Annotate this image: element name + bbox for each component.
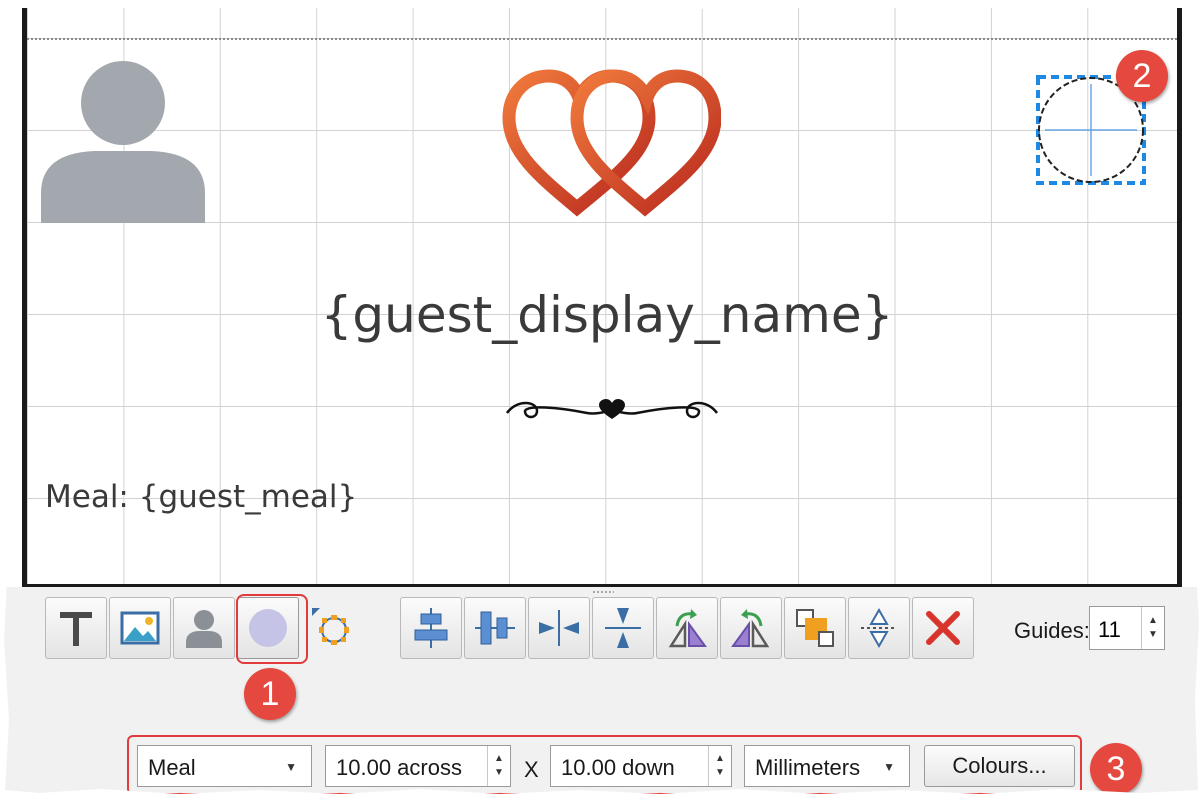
units-select[interactable]: Millimeters ▼: [744, 745, 910, 787]
guides-value[interactable]: 11: [1098, 617, 1121, 643]
spin-down-icon[interactable]: ▼: [715, 768, 725, 778]
chevron-down-icon: ▼: [883, 760, 895, 774]
guides-label: Guides:: [1014, 618, 1090, 643]
insert-toolbar: [45, 597, 363, 659]
spin-down-icon[interactable]: ▼: [1148, 630, 1158, 640]
polygon-shape-tool-icon: [312, 608, 349, 645]
down-value[interactable]: 10.00 down: [561, 755, 675, 781]
text-tool-icon: [60, 612, 92, 646]
heart-flourish-divider[interactable]: [497, 393, 727, 429]
rotate-left-icon: [731, 609, 770, 648]
compress-horizontal-icon: [539, 610, 579, 646]
guest-photo-tool-button[interactable]: [173, 597, 235, 659]
units-select-value: Millimeters: [755, 755, 861, 780]
arrange-layers-button[interactable]: [784, 597, 846, 659]
align-horizontal-center-icon: [414, 608, 448, 648]
arrange-toolbar: [400, 597, 974, 659]
compress-vertical-button[interactable]: [592, 597, 654, 659]
circle-tool-highlight: [236, 594, 308, 664]
design-canvas[interactable]: {guest_display_name} Meal: {guest_meal}: [22, 8, 1182, 587]
arrange-layers-icon: [796, 609, 834, 647]
rotate-left-button[interactable]: [720, 597, 782, 659]
compress-horizontal-button[interactable]: [528, 597, 590, 659]
across-spin-arrows[interactable]: ▲ ▼: [487, 746, 510, 786]
polygon-shape-tool-button[interactable]: [301, 597, 363, 659]
text-tool-button[interactable]: [45, 597, 107, 659]
interlocked-hearts-image[interactable]: [501, 68, 721, 218]
flip-vertical-button[interactable]: [848, 597, 910, 659]
rotate-right-icon: [668, 609, 707, 648]
down-spin-arrows[interactable]: ▲ ▼: [708, 746, 731, 786]
flip-vertical-icon: [861, 607, 897, 649]
rotate-right-button[interactable]: [656, 597, 718, 659]
resize-grip[interactable]: [592, 590, 614, 594]
delete-icon: [926, 611, 960, 645]
across-spinbox[interactable]: 10.00 across ▲ ▼: [325, 745, 511, 787]
field-select[interactable]: Meal ▼: [137, 745, 312, 787]
guest-photo-tool-icon: [186, 610, 222, 648]
image-tool-icon: [120, 611, 160, 645]
guides-spinbox[interactable]: 11 ▲ ▼: [1089, 606, 1165, 650]
meal-text[interactable]: Meal: {guest_meal}: [45, 479, 357, 515]
guides-spin-arrows[interactable]: ▲ ▼: [1141, 607, 1164, 649]
delete-button[interactable]: [912, 597, 974, 659]
spin-up-icon[interactable]: ▲: [1148, 616, 1158, 626]
down-spinbox[interactable]: 10.00 down ▲ ▼: [550, 745, 732, 787]
callout-badge-2: 2: [1116, 50, 1168, 102]
x-separator-label: X: [524, 757, 539, 782]
compress-vertical-icon: [605, 608, 641, 648]
field-select-value: Meal: [148, 755, 196, 780]
across-value[interactable]: 10.00 across: [336, 755, 462, 781]
align-horizontal-center-button[interactable]: [400, 597, 462, 659]
top-guide-line: [27, 38, 1177, 40]
guest-photo-placeholder[interactable]: [37, 51, 209, 223]
align-vertical-center-button[interactable]: [464, 597, 526, 659]
spin-up-icon[interactable]: ▲: [715, 754, 725, 764]
guest-name-text[interactable]: {guest_display_name}: [27, 286, 1177, 344]
colours-button[interactable]: Colours...: [924, 745, 1075, 787]
spin-down-icon[interactable]: ▼: [494, 768, 504, 778]
callout-badge-1: 1: [244, 668, 296, 720]
image-tool-button[interactable]: [109, 597, 171, 659]
align-vertical-center-icon: [475, 611, 515, 645]
callout-badge-3: 3: [1090, 743, 1142, 795]
spin-up-icon[interactable]: ▲: [494, 754, 504, 764]
chevron-down-icon: ▼: [285, 760, 297, 774]
